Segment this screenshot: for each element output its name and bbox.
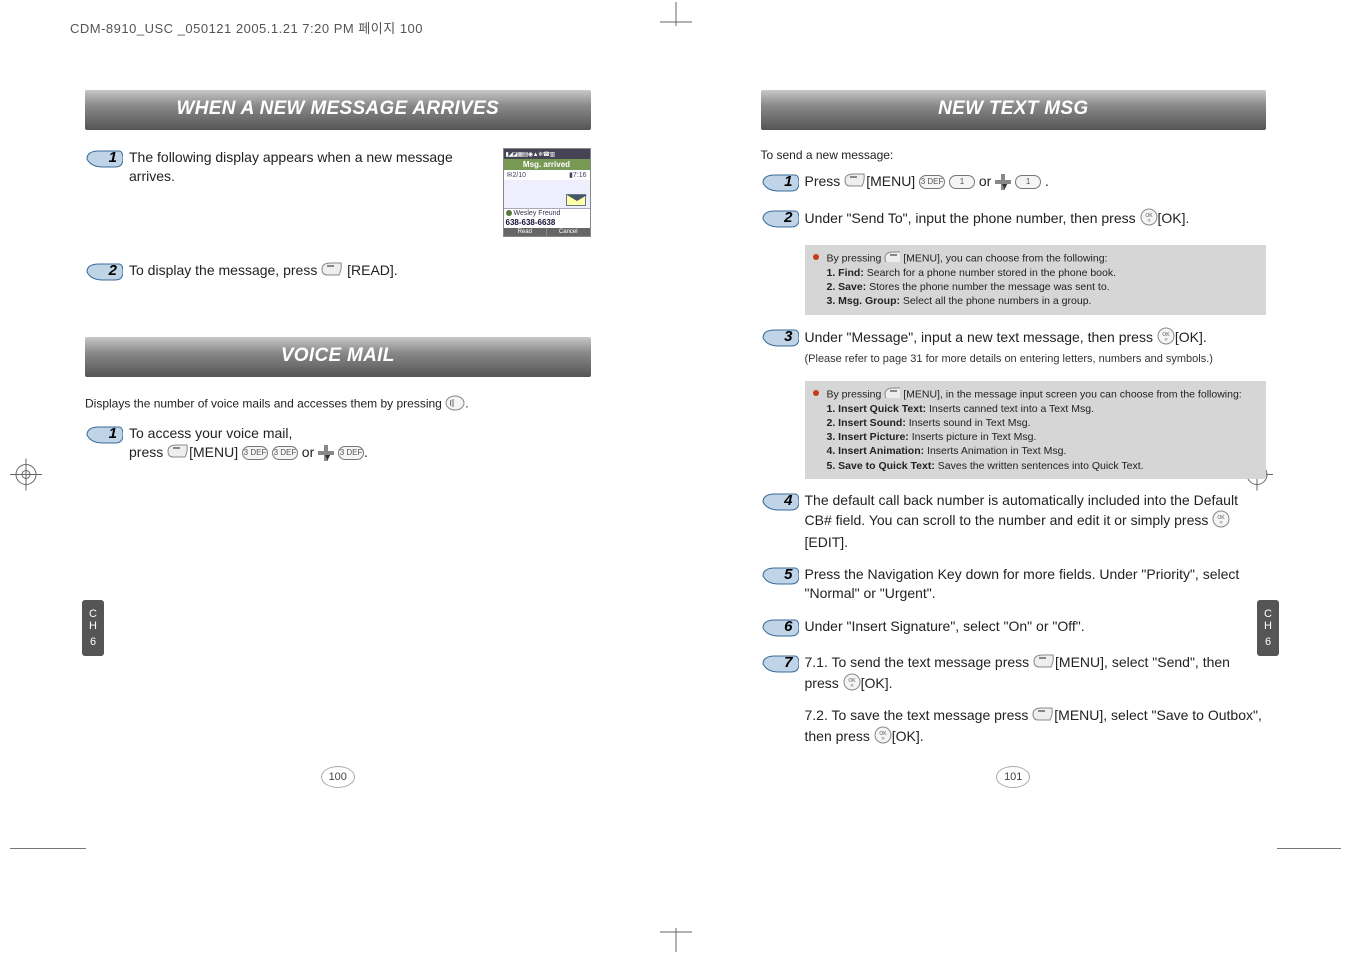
step-text: 7.1. To send the text message press [MEN… — [805, 653, 1267, 748]
step-1: 1 The following display appears when a n… — [85, 148, 591, 237]
bullet-dot-icon — [813, 390, 819, 396]
step-3: 3 Under "Message", input a new text mess… — [761, 327, 1267, 367]
key-3-icon: 3 DEF — [919, 175, 945, 189]
step-4: 4 The default call back number is automa… — [761, 491, 1267, 552]
ok-key-icon — [843, 673, 861, 696]
step-bullet-icon: 2 — [85, 261, 123, 283]
step-text: Press the Navigation Key down for more f… — [805, 565, 1267, 603]
section-header-new-text: NEW TEXT MSG — [761, 90, 1267, 130]
edge-line — [1277, 848, 1341, 849]
step-7: 7 7.1. To send the text message press [M… — [761, 653, 1267, 748]
softkey-left-icon — [1032, 707, 1054, 726]
softkey-left-icon — [1033, 654, 1055, 673]
step-bullet-icon: 7 — [761, 653, 799, 675]
chapter-tab: CH6 — [82, 600, 104, 656]
softkey-left-icon — [884, 251, 900, 266]
step-text: To display the message, press [READ]. — [129, 261, 591, 281]
key-3-icon: 3 DEF — [338, 446, 364, 460]
info-box-message: By pressing [MENU], in the message input… — [805, 381, 1267, 479]
section-header-new-msg: WHEN A NEW MESSAGE ARRIVES — [85, 90, 591, 130]
chapter-tab: CH6 — [1257, 600, 1279, 656]
ok-key-icon — [874, 726, 892, 749]
step-6: 6 Under "Insert Signature", select "On" … — [761, 617, 1267, 639]
step-5: 5 Press the Navigation Key down for more… — [761, 565, 1267, 603]
step-bullet-icon: 1 — [761, 172, 799, 194]
ok-key-icon — [1140, 208, 1158, 231]
step-bullet-icon: 4 — [761, 491, 799, 513]
step-text: The following display appears when a new… — [129, 148, 489, 186]
nav-down-icon: ▼ — [995, 174, 1011, 190]
doc-header: CDM-8910_USC _050121 2005.1.21 7:20 PM 페… — [70, 18, 423, 37]
step-subnote: (Please refer to page 31 for more detail… — [805, 352, 1267, 366]
step-bullet-icon: 6 — [761, 617, 799, 639]
cropmark-top — [660, 2, 692, 28]
step-2: 2 Under "Send To", input the phone numbe… — [761, 208, 1267, 231]
step-text: To access your voice mail, press [MENU] … — [129, 424, 591, 463]
step-bullet-icon: 3 — [761, 327, 799, 349]
softkey-left-icon — [321, 262, 343, 281]
step-1: 1 Press [MENU] 3 DEF 1 or ▼ 1 . — [761, 172, 1267, 194]
page-number: 100 — [321, 766, 355, 788]
info-box-send-to: By pressing [MENU], you can choose from … — [805, 245, 1267, 315]
section-header-voicemail: VOICE MAIL — [85, 337, 591, 377]
ok-key-icon — [1157, 327, 1175, 350]
send-key-icon — [445, 395, 465, 414]
vm-step-1: 1 To access your voice mail, press [MENU… — [85, 424, 591, 463]
step-text: Under "Insert Signature", select "On" or… — [805, 617, 1267, 636]
ok-key-icon — [1212, 510, 1230, 533]
softkey-left-icon — [884, 387, 900, 402]
voicemail-intro: Displays the number of voice mails and a… — [85, 395, 591, 414]
cropmark-bottom — [660, 926, 692, 952]
intro-text: To send a new message: — [761, 148, 1267, 162]
step-text: Press [MENU] 3 DEF 1 or ▼ 1 . — [805, 172, 1267, 192]
step-bullet-icon: 5 — [761, 565, 799, 587]
phone-screen-mock: ▮◢◪▦▤◉▲❄☎▥ Msg. arrived ✉2/10▮7:16 Wesle… — [503, 148, 591, 237]
key-1-icon: 1 — [949, 175, 975, 189]
step-bullet-icon: 1 — [85, 424, 123, 446]
nav-down-icon: ▼ — [318, 445, 334, 461]
step-text: Under "Send To", input the phone number,… — [805, 208, 1267, 231]
key-1-icon: 1 — [1015, 175, 1041, 189]
softkey-left-icon — [167, 444, 189, 463]
key-3-icon: 3 DEF — [242, 446, 268, 460]
page-100: WHEN A NEW MESSAGE ARRIVES 1 The followi… — [0, 40, 676, 803]
softkey-left-icon — [844, 173, 866, 192]
step-bullet-icon: 1 — [85, 148, 123, 170]
page-number: 101 — [996, 766, 1030, 788]
step-2: 2 To display the message, press [READ]. — [85, 261, 591, 283]
key-3-icon: 3 DEF — [272, 446, 298, 460]
edge-line — [10, 848, 86, 849]
bullet-dot-icon — [813, 254, 819, 260]
page-101: NEW TEXT MSG To send a new message: 1 Pr… — [676, 40, 1351, 803]
step-bullet-icon: 2 — [761, 208, 799, 230]
step-text: The default call back number is automati… — [805, 491, 1267, 552]
step-text: Under "Message", input a new text messag… — [805, 327, 1267, 367]
